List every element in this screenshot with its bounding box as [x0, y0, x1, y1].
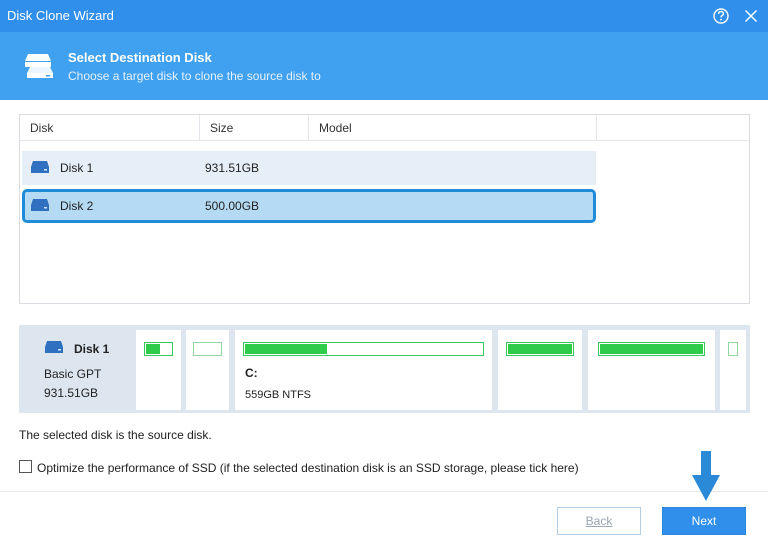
title-bar: Disk Clone Wizard: [0, 0, 768, 32]
partition-usage-fill: [508, 344, 572, 354]
disk-name: Disk 2: [60, 199, 94, 213]
partition-block-5[interactable]: [588, 330, 715, 410]
disk-row-2-selected[interactable]: Disk 2 500.00GB: [22, 189, 596, 223]
hard-disk-icon: [30, 160, 50, 174]
partition-usage-bar: [144, 342, 173, 356]
disk-map-capacity: 931.51GB: [44, 386, 99, 400]
disk-stack-icon: [20, 48, 58, 82]
partition-label: C:: [245, 366, 258, 380]
partition-usage-bar: [193, 342, 222, 356]
partition-usage-bar: [598, 342, 705, 356]
disk-map-type: Basic GPT: [44, 367, 102, 381]
ssd-optimize-label[interactable]: Optimize the performance of SSD (if the …: [37, 461, 579, 475]
partition-block-c[interactable]: C: 559GB NTFS: [235, 330, 492, 410]
disk-clone-wizard-window: Disk Clone Wizard Select Destination Dis…: [0, 0, 768, 549]
partition-usage-bar: [243, 342, 484, 356]
next-button[interactable]: Next: [662, 507, 746, 535]
partition-usage-bar: [728, 342, 738, 356]
page-subtitle: Choose a target disk to clone the source…: [68, 69, 321, 83]
disk-size: 931.51GB: [205, 161, 260, 175]
footer-divider: [0, 491, 768, 492]
disk-map: Disk 1 Basic GPT 931.51GB C: 559GB NTFS: [19, 325, 750, 413]
partition-usage-fill: [245, 344, 327, 354]
disk-table: Disk Size Model Disk 1 931.51GB Disk 2 5…: [19, 114, 750, 304]
partition-block-6[interactable]: [720, 330, 746, 410]
partition-usage-fill: [146, 344, 161, 354]
help-icon[interactable]: [710, 5, 732, 27]
arrow-down-icon: [692, 451, 720, 501]
partition-info: 559GB NTFS: [245, 389, 312, 401]
status-message: The selected disk is the source disk.: [19, 428, 212, 442]
hard-disk-icon: [44, 339, 64, 355]
column-header-model[interactable]: Model: [309, 115, 597, 141]
disk-row-1[interactable]: Disk 1 931.51GB: [22, 151, 596, 185]
hard-disk-icon: [30, 198, 50, 212]
disk-name: Disk 1: [60, 161, 94, 175]
close-icon[interactable]: [740, 5, 762, 27]
back-button[interactable]: Back: [557, 507, 641, 535]
partition-block-4[interactable]: [498, 330, 582, 410]
column-header-size[interactable]: Size: [200, 115, 309, 141]
partition-usage-bar: [506, 342, 574, 356]
ssd-optimize-checkbox[interactable]: [19, 460, 32, 473]
column-header-disk[interactable]: Disk: [20, 115, 200, 141]
partition-block-1[interactable]: [136, 330, 181, 410]
disk-map-info: Disk 1 Basic GPT 931.51GB: [19, 325, 134, 413]
page-title: Select Destination Disk: [68, 50, 212, 65]
partition-block-2[interactable]: [186, 330, 229, 410]
disk-map-name: Disk 1: [74, 342, 110, 356]
partition-usage-fill: [600, 344, 703, 354]
disk-size: 500.00GB: [205, 199, 260, 213]
window-title: Disk Clone Wizard: [7, 8, 114, 23]
table-header: Disk Size Model: [20, 115, 749, 141]
wizard-header: Select Destination Disk Choose a target …: [0, 32, 768, 100]
